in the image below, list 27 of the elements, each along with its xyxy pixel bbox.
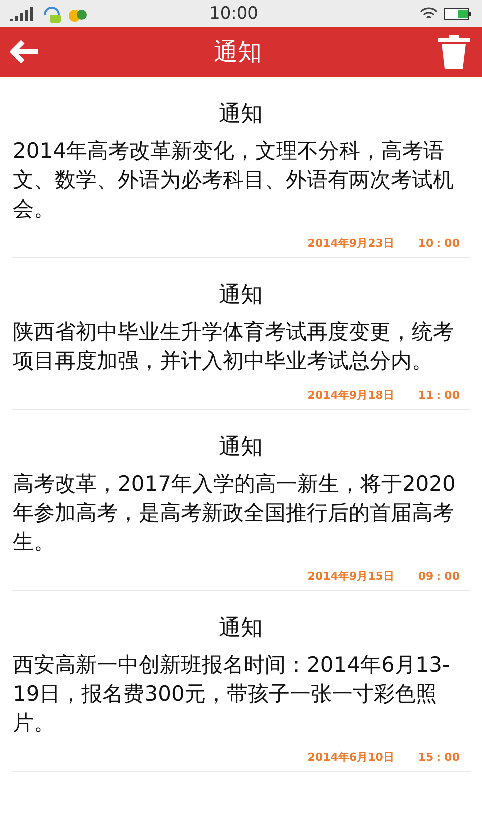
notice-date: 2014年9月15日	[308, 569, 394, 584]
notice-title: 通知	[218, 434, 264, 462]
notice-card[interactable]: 通知 西安高新一中创新班报名时间：2014年6月13-19日，报名费300元，带孩子一张一寸彩色照片。 2014年6月10日 15：00	[12, 591, 470, 772]
notice-card[interactable]: 通知 高考改革，2017年入学的高一新生，将于2020年参加高考，是高考新政全国推行后的首届高考生。 2014年9月15日 09：00	[12, 410, 470, 591]
notice-card[interactable]: 通知 2014年高考改革新变化，文理不分科，高考语文、数学、外语为必考科目、外语有两次考试机会。 2014年9月23日 10：00	[12, 77, 470, 258]
notice-title: 通知	[218, 615, 264, 643]
signal-icon	[10, 6, 36, 20]
notice-body: 西安高新一中创新班报名时间：2014年6月13-19日，报名费300元，带孩子一张一寸彩色照片。	[12, 652, 452, 737]
notice-title: 通知	[218, 282, 264, 310]
notice-body: 陕西省初中毕业生升学体育考试再度变更，统考项目再度加强，并计入初中毕业考试总分内。	[12, 319, 455, 375]
trash-button[interactable]	[436, 34, 472, 70]
notice-time: 11：00	[418, 388, 460, 403]
notice-body: 2014年高考改革新变化，文理不分科，高考语文、数学、外语为必考科目、外语有两次考试机会。	[12, 138, 455, 223]
battery-icon	[444, 6, 472, 20]
notice-date: 2014年9月18日	[308, 388, 394, 403]
notice-time: 10：00	[418, 236, 460, 251]
notice-time: 15：00	[418, 750, 460, 765]
notice-card[interactable]: 通知 陕西省初中毕业生升学体育考试再度变更，统考项目再度加强，并计入初中毕业考试总分内。 2014年9月18日 11：00	[12, 258, 470, 410]
header-title: 通知	[214, 37, 262, 68]
notice-title: 通知	[218, 101, 264, 129]
status-time: 10:00	[208, 4, 260, 24]
notice-time: 09：00	[418, 569, 460, 584]
notice-date: 2014年6月10日	[308, 750, 394, 765]
notice-date: 2014年9月23日	[308, 236, 394, 251]
wifi-icon	[420, 6, 438, 20]
back-button[interactable]	[10, 39, 40, 65]
notice-body: 高考改革，2017年入学的高一新生，将于2020年参加高考，是高考新政全国推行后的首届高考生。	[12, 471, 457, 556]
